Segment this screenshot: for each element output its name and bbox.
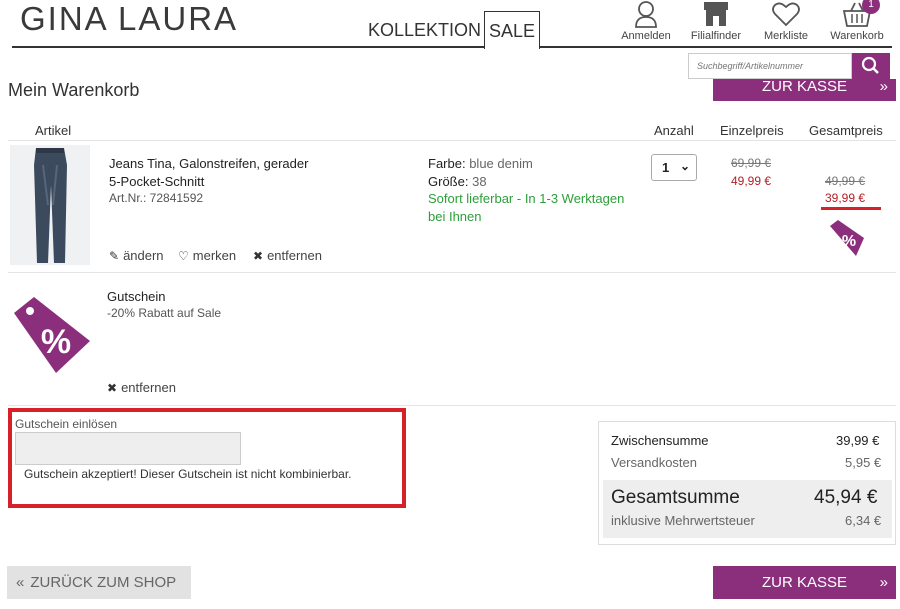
col-header-qty: Anzahl: [654, 123, 694, 138]
remove-voucher-link[interactable]: ✖ entfernen: [107, 380, 176, 395]
shipping-label: Versandkosten: [611, 455, 698, 470]
col-header-total-price: Gesamtpreis: [809, 123, 883, 138]
close-icon: ✖: [253, 249, 264, 263]
quantity-select[interactable]: 1 ⌄: [651, 154, 697, 181]
subtotal-label: Zwischensumme: [611, 433, 709, 448]
user-icon: [635, 1, 657, 28]
tab-kollektion[interactable]: KOLLEKTION: [368, 20, 481, 41]
coupon-message: Gutschein akzeptiert! Dieser Gutschein i…: [24, 467, 352, 481]
product-size: Größe: 38: [428, 174, 487, 189]
remove-voucher-label: entfernen: [121, 380, 176, 395]
shipping-value: 5,95 €: [845, 455, 882, 470]
wishlist-label: Merkliste: [763, 30, 808, 42]
unit-price-new: 49,99 €: [731, 174, 772, 188]
double-chevron-left-icon: «: [16, 574, 25, 591]
chevron-down-icon: ⌄: [679, 159, 690, 173]
product-image[interactable]: [10, 145, 90, 265]
product-name-line2[interactable]: 5-Pocket-Schnitt: [109, 174, 204, 189]
double-chevron-right-icon: »: [879, 574, 888, 591]
checkout-label: ZUR KASSE: [761, 78, 848, 95]
svg-text:%: %: [842, 233, 856, 250]
checkout-button-bottom[interactable]: ZUR KASSE »: [713, 566, 896, 599]
coupon-label: Gutschein einlösen: [15, 417, 118, 431]
subtotal-value: 39,99 €: [836, 433, 880, 448]
login-link[interactable]: Anmelden: [611, 0, 681, 42]
heart-outline-icon: ♡: [178, 249, 189, 263]
remove-label: entfernen: [267, 248, 322, 263]
brand-logo[interactable]: GINA LAURA: [20, 0, 238, 38]
voucher-badge-text: %: [41, 323, 71, 361]
product-color: Farbe: blue denim: [428, 156, 533, 171]
size-value: 38: [472, 174, 487, 189]
tab-sale[interactable]: SALE: [484, 11, 540, 49]
store-finder-link[interactable]: Filialfinder: [681, 0, 751, 42]
search-button[interactable]: [852, 53, 890, 79]
col-header-article: Artikel: [35, 123, 72, 138]
back-to-shop-button[interactable]: « ZURÜCK ZUM SHOP: [7, 566, 191, 599]
tab-sale-label: SALE: [488, 21, 536, 41]
total-price-old: 49,99 €: [825, 174, 866, 188]
product-name-line1[interactable]: Jeans Tina, Galonstreifen, gerader: [109, 156, 308, 171]
coupon-code-input[interactable]: [15, 432, 241, 465]
jeans-image: [34, 148, 67, 263]
voucher-percent-icon: %: [14, 297, 90, 373]
cart-link[interactable]: Warenkorb: [822, 0, 892, 42]
wishlist-link[interactable]: Merkliste: [751, 0, 821, 42]
pencil-icon: ✎: [109, 249, 120, 263]
store-icon: [704, 2, 728, 26]
col-header-unit-price: Einzelpreis: [720, 123, 784, 138]
edit-label: ändern: [123, 248, 164, 263]
voucher-description: -20% Rabatt auf Sale: [107, 306, 222, 320]
remove-product-link[interactable]: ✖ entfernen: [253, 248, 322, 263]
vat-label: inklusive Mehrwertsteuer: [611, 513, 755, 528]
login-label: Anmelden: [621, 30, 671, 42]
total-price-new: 39,99 €: [825, 191, 866, 205]
checkout-button-top[interactable]: ZUR KASSE »: [713, 79, 896, 101]
availability-line1: Sofort lieferbar - In 1-3 Werktagen: [428, 191, 625, 206]
quantity-value: 1: [662, 160, 670, 175]
nav-divider: [12, 46, 892, 48]
store-finder-label: Filialfinder: [690, 30, 742, 42]
vat-value: 6,34 €: [845, 513, 882, 528]
close-icon: ✖: [107, 381, 118, 395]
grand-total-label: Gesamtsumme: [611, 487, 740, 508]
color-label: Farbe:: [428, 156, 466, 171]
product-art-no: Art.Nr.: 72841592: [109, 191, 204, 205]
color-value: blue denim: [469, 156, 533, 171]
cart-label: Warenkorb: [830, 30, 884, 42]
page-title: Mein Warenkorb: [8, 80, 140, 100]
back-to-shop-label: ZURÜCK ZUM SHOP: [30, 574, 177, 591]
divider: [8, 405, 896, 406]
search-input[interactable]: [688, 53, 852, 79]
checkout-label: ZUR KASSE: [761, 574, 848, 591]
save-label: merken: [192, 248, 237, 263]
size-label: Größe:: [428, 174, 469, 189]
divider: [8, 140, 896, 141]
double-chevron-right-icon: »: [879, 78, 888, 95]
search-icon: [861, 56, 879, 74]
edit-link[interactable]: ✎ ändern: [109, 248, 164, 263]
price-highlight-underline: [821, 207, 881, 210]
unit-price-old: 69,99 €: [731, 156, 772, 170]
voucher-title: Gutschein: [107, 289, 166, 304]
grand-total-value: 45,94 €: [814, 487, 878, 508]
discount-tag-icon: %: [830, 220, 864, 256]
heart-icon: [772, 2, 800, 27]
divider: [8, 272, 896, 273]
save-for-later-link[interactable]: ♡ merken: [178, 248, 236, 263]
availability-line2: bei Ihnen: [428, 209, 482, 224]
